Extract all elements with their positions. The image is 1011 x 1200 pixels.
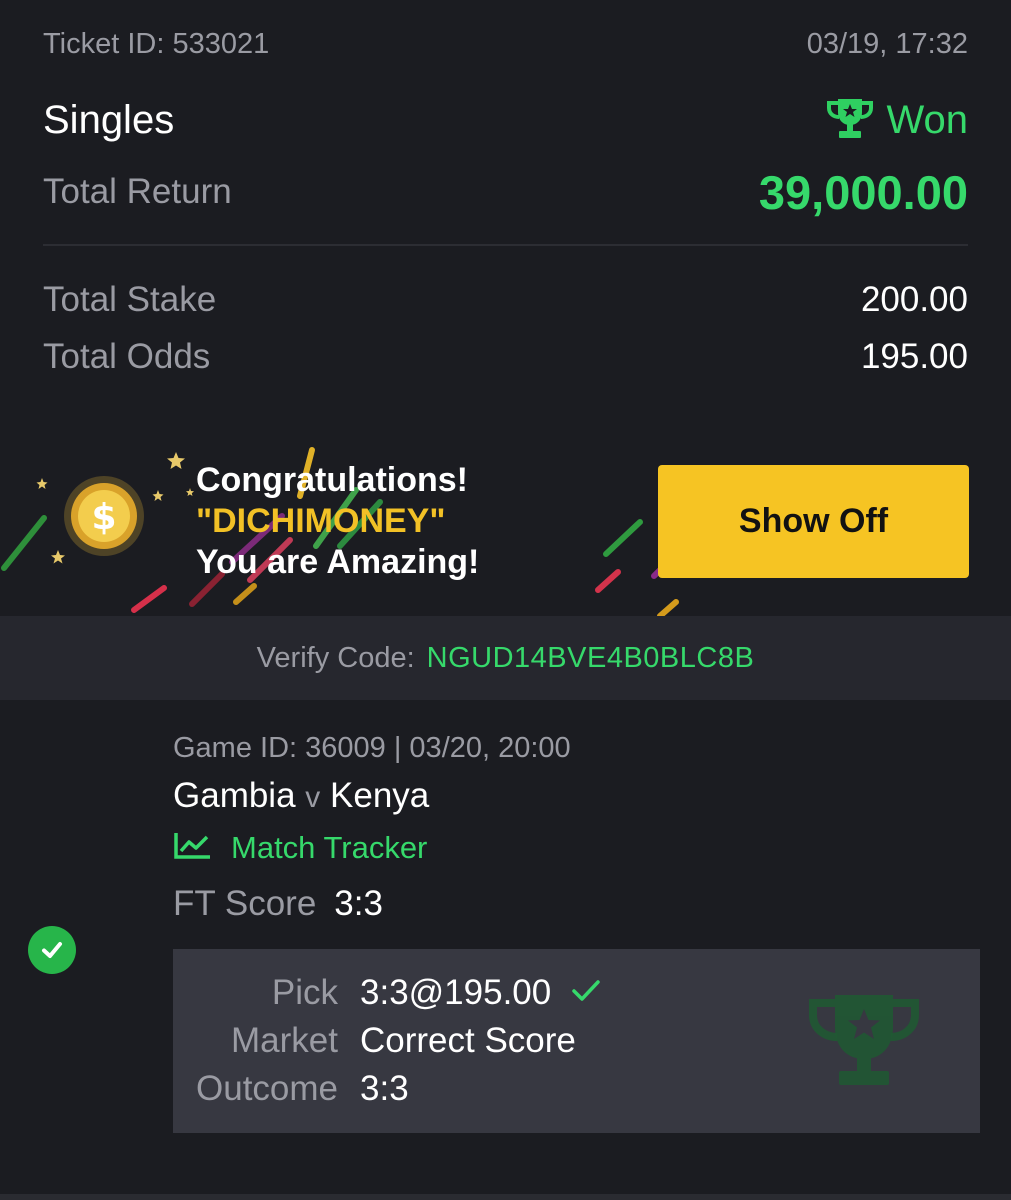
ft-score: FT Score 3:3 <box>173 884 383 924</box>
gold-coin-icon: $ <box>62 474 146 563</box>
chart-line-icon <box>173 832 211 865</box>
game-selection: Game ID: 36009 | 03/20, 20:00 Gambia v K… <box>0 700 1011 1200</box>
congrats-banner: $ Congratulations! "DICHIMONEY" You are … <box>0 430 1011 616</box>
trophy-icon <box>826 96 874 145</box>
status-badge: Won <box>826 96 968 145</box>
total-stake-value: 200.00 <box>860 280 968 319</box>
market-label: Market <box>231 1021 338 1060</box>
match-tracker-link[interactable]: Match Tracker <box>173 830 427 866</box>
bet-type: Singles <box>43 98 175 142</box>
congrats-line1: Congratulations! <box>196 461 468 499</box>
ft-score-label: FT Score <box>173 884 317 923</box>
home-team: Gambia <box>173 776 296 815</box>
total-odds-value: 195.00 <box>860 337 968 376</box>
total-return-label: Total Return <box>43 172 232 211</box>
ft-score-value: 3:3 <box>334 884 383 923</box>
market-value: Correct Score <box>360 1021 576 1060</box>
checkmark-icon <box>571 973 601 1013</box>
show-off-button[interactable]: Show Off <box>658 465 969 578</box>
ticket-summary: Ticket ID: 533021 03/19, 17:32 Singles W… <box>0 0 1011 616</box>
outcome-label: Outcome <box>196 1069 338 1108</box>
match-tracker-label: Match Tracker <box>231 830 428 865</box>
pick-value-wrap: 3:3@195.00 <box>360 973 601 1013</box>
status-text: Won <box>886 98 968 142</box>
outcome-value: 3:3 <box>360 1069 409 1108</box>
match-teams: Gambia v Kenya <box>173 776 429 816</box>
congrats-message: Congratulations! "DICHIMONEY" You are Am… <box>196 460 479 583</box>
verify-code-label: Verify Code: <box>256 641 415 674</box>
divider <box>43 244 968 246</box>
game-id: Game ID: 36009 | 03/20, 20:00 <box>173 732 571 764</box>
versus-label: v <box>305 781 321 814</box>
trophy-watermark-icon <box>805 991 923 1096</box>
total-return-value: 39,000.00 <box>758 166 968 219</box>
ticket-datetime: 03/19, 17:32 <box>806 28 968 60</box>
congrats-line3: You are Amazing! <box>196 543 480 581</box>
pick-label: Pick <box>271 973 338 1012</box>
congrats-username: "DICHIMONEY" <box>196 502 446 540</box>
verify-code-value[interactable]: NGUD14BVE4B0BLC8B <box>427 642 755 675</box>
total-odds-label: Total Odds <box>43 337 211 376</box>
check-circle-icon <box>28 926 76 974</box>
pick-value: 3:3@195.00 <box>360 973 552 1012</box>
total-stake-label: Total Stake <box>43 280 217 319</box>
pick-details: Pick 3:3@195.00 Market Correct Score Out… <box>173 949 980 1133</box>
verify-code-bar: Verify Code: NGUD14BVE4B0BLC8B <box>0 616 1011 700</box>
bottom-divider <box>0 1194 1011 1200</box>
away-team: Kenya <box>330 776 430 815</box>
ticket-id: Ticket ID: 533021 <box>43 28 270 60</box>
svg-text:$: $ <box>91 497 116 538</box>
